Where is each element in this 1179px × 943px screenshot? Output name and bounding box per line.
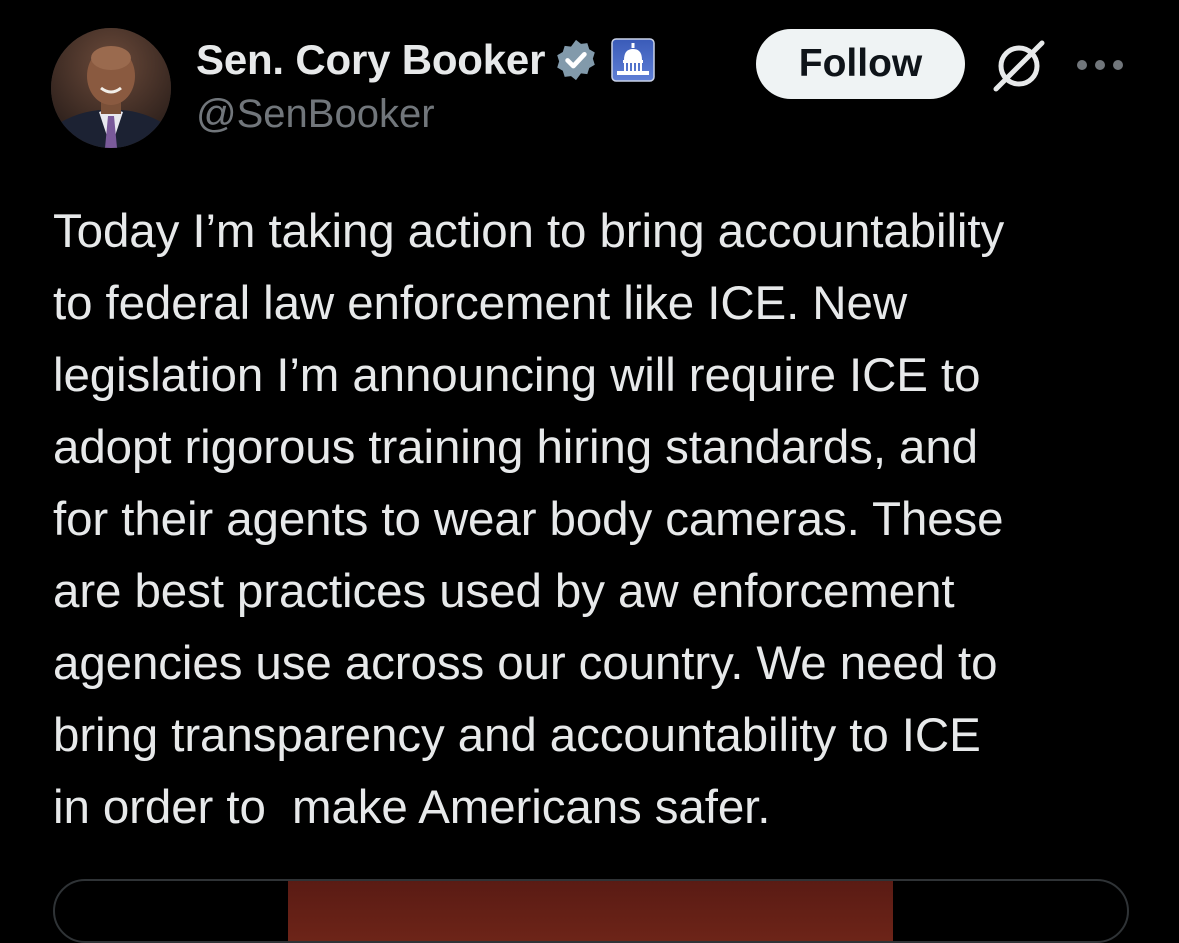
grok-icon[interactable] [988, 34, 1050, 96]
media-card[interactable] [53, 879, 1129, 943]
author-display-name[interactable]: Sen. Cory Booker [196, 36, 545, 84]
tweet-text: Today I’m taking action to bring account… [53, 205, 1005, 834]
author-name-row: Sen. Cory Booker [196, 32, 655, 88]
media-image[interactable] [288, 881, 893, 941]
author-block[interactable]: Sen. Cory Booker @SenBooker [196, 32, 655, 137]
more-dots-icon[interactable] [1072, 48, 1128, 82]
follow-button[interactable]: Follow [756, 29, 965, 99]
author-handle[interactable]: @SenBooker [196, 92, 655, 137]
avatar-photo [51, 28, 171, 148]
verified-badge-icon[interactable] [553, 37, 599, 83]
us-capitol-icon[interactable] [611, 38, 655, 82]
avatar[interactable] [51, 28, 171, 148]
